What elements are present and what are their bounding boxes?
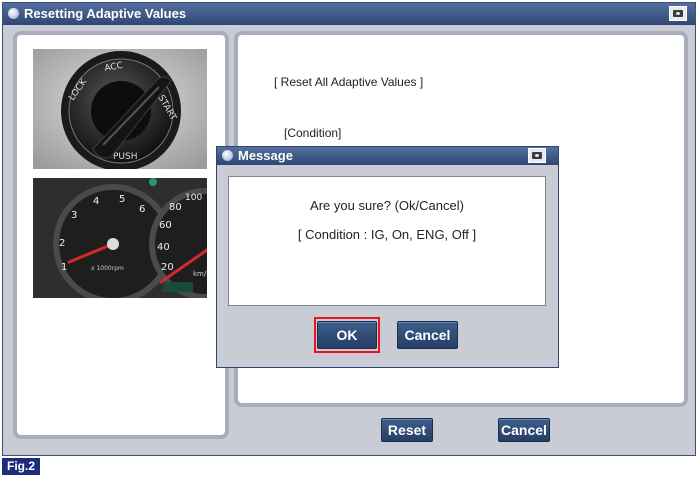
instrument-cluster-image: 1 2 3 4 5 6 x 1000rpm 20 40 60 80 100 km… (33, 178, 207, 298)
dialog-title: Message (238, 148, 293, 163)
message-dialog: Message Are you sure? (Ok/Cancel) [ Cond… (216, 146, 559, 368)
speedo-tick-20: 20 (161, 262, 174, 273)
speedo-unit: km/h (193, 270, 207, 278)
dialog-ok-button[interactable]: OK (317, 321, 377, 349)
tacho-tick-2: 2 (59, 238, 65, 249)
tacho-tick-1: 1 (61, 262, 67, 273)
tacho-tick-3: 3 (71, 210, 77, 221)
instrument-cluster-svg: 1 2 3 4 5 6 x 1000rpm 20 40 60 80 100 km… (33, 178, 207, 298)
window-titlebar: Resetting Adaptive Values (3, 3, 695, 25)
tacho-unit: x 1000rpm (91, 265, 124, 272)
speedo-tick-60: 60 (159, 220, 172, 231)
dialog-cancel-button[interactable]: Cancel (397, 321, 458, 349)
ignition-switch-image: LOCK ACC START PUSH (33, 49, 207, 169)
cancel-button[interactable]: Cancel (498, 418, 550, 442)
camera-lens (675, 11, 681, 16)
dialog-titlebar: Message (217, 147, 558, 165)
reset-heading: [ Reset All Adaptive Values ] (274, 75, 424, 89)
screenshot-button[interactable] (669, 6, 687, 21)
speedo-tick-40: 40 (157, 242, 170, 253)
speedo-tick-100: 100 (185, 193, 202, 203)
dialog-message-box: Are you sure? (Ok/Cancel) [ Condition : … (228, 176, 546, 306)
dialog-message: Are you sure? (Ok/Cancel) (310, 198, 464, 213)
tacho-tick-6: 6 (139, 204, 145, 215)
camera-lens (534, 153, 540, 158)
window-title: Resetting Adaptive Values (24, 6, 187, 21)
tacho-tick-5: 5 (119, 194, 125, 205)
reset-button[interactable]: Reset (381, 418, 433, 442)
speedo-tick-80: 80 (169, 202, 182, 213)
dialog-menu-icon[interactable] (222, 150, 233, 161)
ignition-switch-svg: LOCK ACC START PUSH (33, 49, 207, 169)
ignition-label-push: PUSH (113, 152, 138, 162)
dialog-screenshot-button[interactable] (528, 148, 546, 163)
dialog-condition: [ Condition : IG, On, ENG, Off ] (297, 227, 477, 242)
condition-label: [Condition] (284, 126, 342, 140)
window-menu-icon[interactable] (8, 8, 19, 19)
tacho-tick-4: 4 (93, 196, 99, 207)
figure-label: Fig.2 (2, 458, 40, 475)
